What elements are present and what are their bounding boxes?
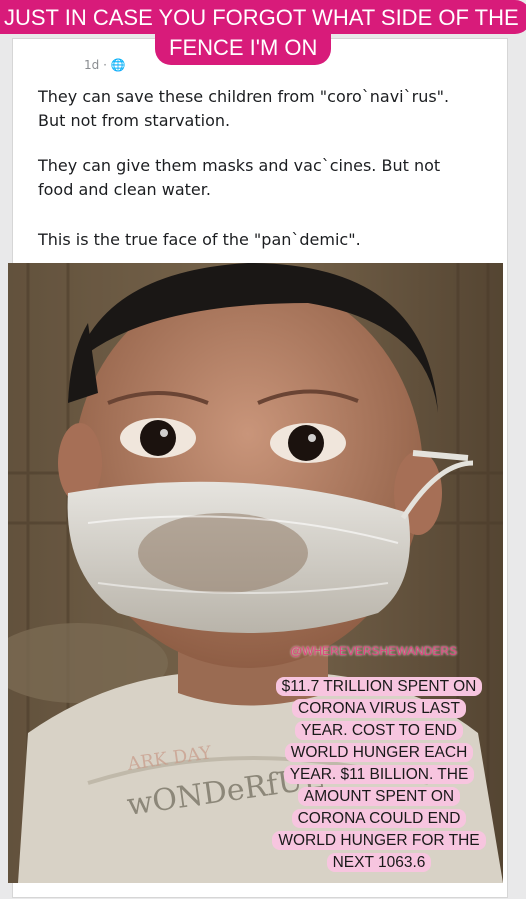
post-paragraph-3: This is the true face of the "pan`demic"…: [38, 230, 361, 249]
banner-line-1: JUST IN CASE YOU FORGOT WHAT SIDE OF THE: [0, 0, 526, 34]
post-meta: 1d · 🌐: [84, 58, 126, 72]
caption-box: $11.7 TRILLION SPENT ON CORONA VIRUS LAS…: [272, 676, 486, 874]
watermark: @WHEREVERSHEWANDERS: [290, 644, 458, 658]
caption-text: $11.7 TRILLION SPENT ON CORONA VIRUS LAS…: [272, 677, 486, 872]
globe-icon: 🌐: [110, 58, 126, 72]
post-paragraph-2: They can give them masks and vac`cines. …: [38, 156, 441, 199]
banner-line-2: FENCE I'M ON: [155, 31, 332, 65]
timestamp: 1d ·: [84, 58, 111, 72]
post-paragraph-1: They can save these children from "coro`…: [38, 87, 450, 130]
